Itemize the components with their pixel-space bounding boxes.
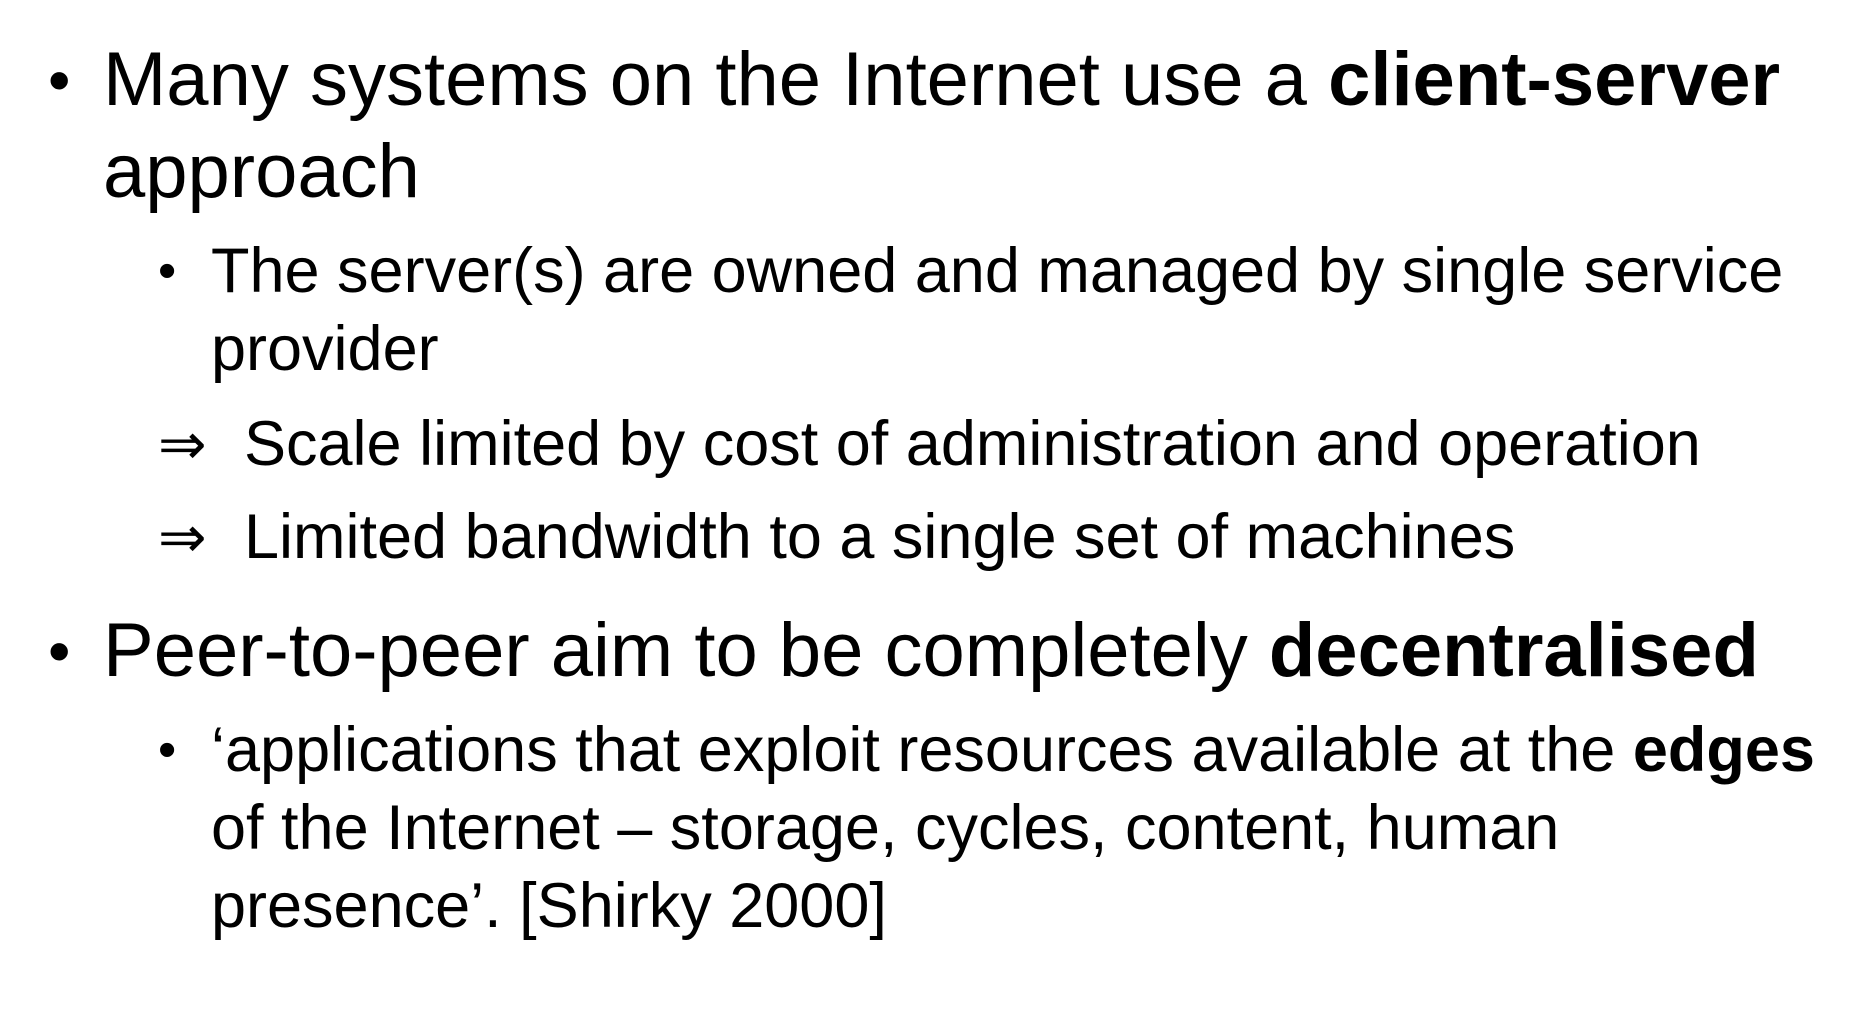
implies-arrow-icon: ⇒ <box>158 410 207 478</box>
implication-text: Scale limited by cost of administration … <box>244 409 1701 479</box>
slide-content: • Many systems on the Internet use a cli… <box>0 0 1874 1020</box>
bullet-marker: • <box>48 615 71 687</box>
quote-text: ‘applications that exploit resources ava… <box>211 711 1858 945</box>
bullet-peer-to-peer: • Peer-to-peer aim to be completely dece… <box>48 605 1848 697</box>
bullet-client-server: • Many systems on the Internet use a cli… <box>48 34 1848 218</box>
sub-bullet-marker: • <box>158 242 177 300</box>
implication-scale: ⇒ Scale limited by cost of administratio… <box>158 405 1858 483</box>
bullet-text-part: Many systems on the Internet use a <box>103 37 1329 122</box>
quote-text-part: ‘applications that exploit resources ava… <box>211 715 1633 785</box>
sub-bullet-server-ownership: • The server(s) are owned and managed by… <box>158 232 1858 388</box>
implication-bandwidth: ⇒ Limited bandwidth to a single set of m… <box>158 498 1858 576</box>
bold-term-decentralised: decentralised <box>1268 608 1759 693</box>
bullet-text-part: approach <box>103 129 420 214</box>
sub-bullet-text: The server(s) are owned and managed by s… <box>211 236 1784 384</box>
implication-text: Limited bandwidth to a single set of mac… <box>244 502 1516 572</box>
quote-text-part: of the Internet – storage, cycles, conte… <box>211 793 1560 941</box>
bold-term-edges: edges <box>1632 715 1815 785</box>
sub-bullet-marker: • <box>158 721 177 779</box>
sub-bullet-shirky-quote: • ‘applications that exploit resources a… <box>158 711 1858 945</box>
implies-arrow-icon: ⇒ <box>158 503 207 571</box>
bullet-text-part: Peer-to-peer aim to be completely <box>103 608 1269 693</box>
bold-term-client-server: client-server <box>1328 37 1781 122</box>
bullet-text: Peer-to-peer aim to be completely decent… <box>103 605 1848 697</box>
bullet-text: Many systems on the Internet use a clien… <box>103 34 1848 218</box>
bullet-marker: • <box>48 44 71 116</box>
